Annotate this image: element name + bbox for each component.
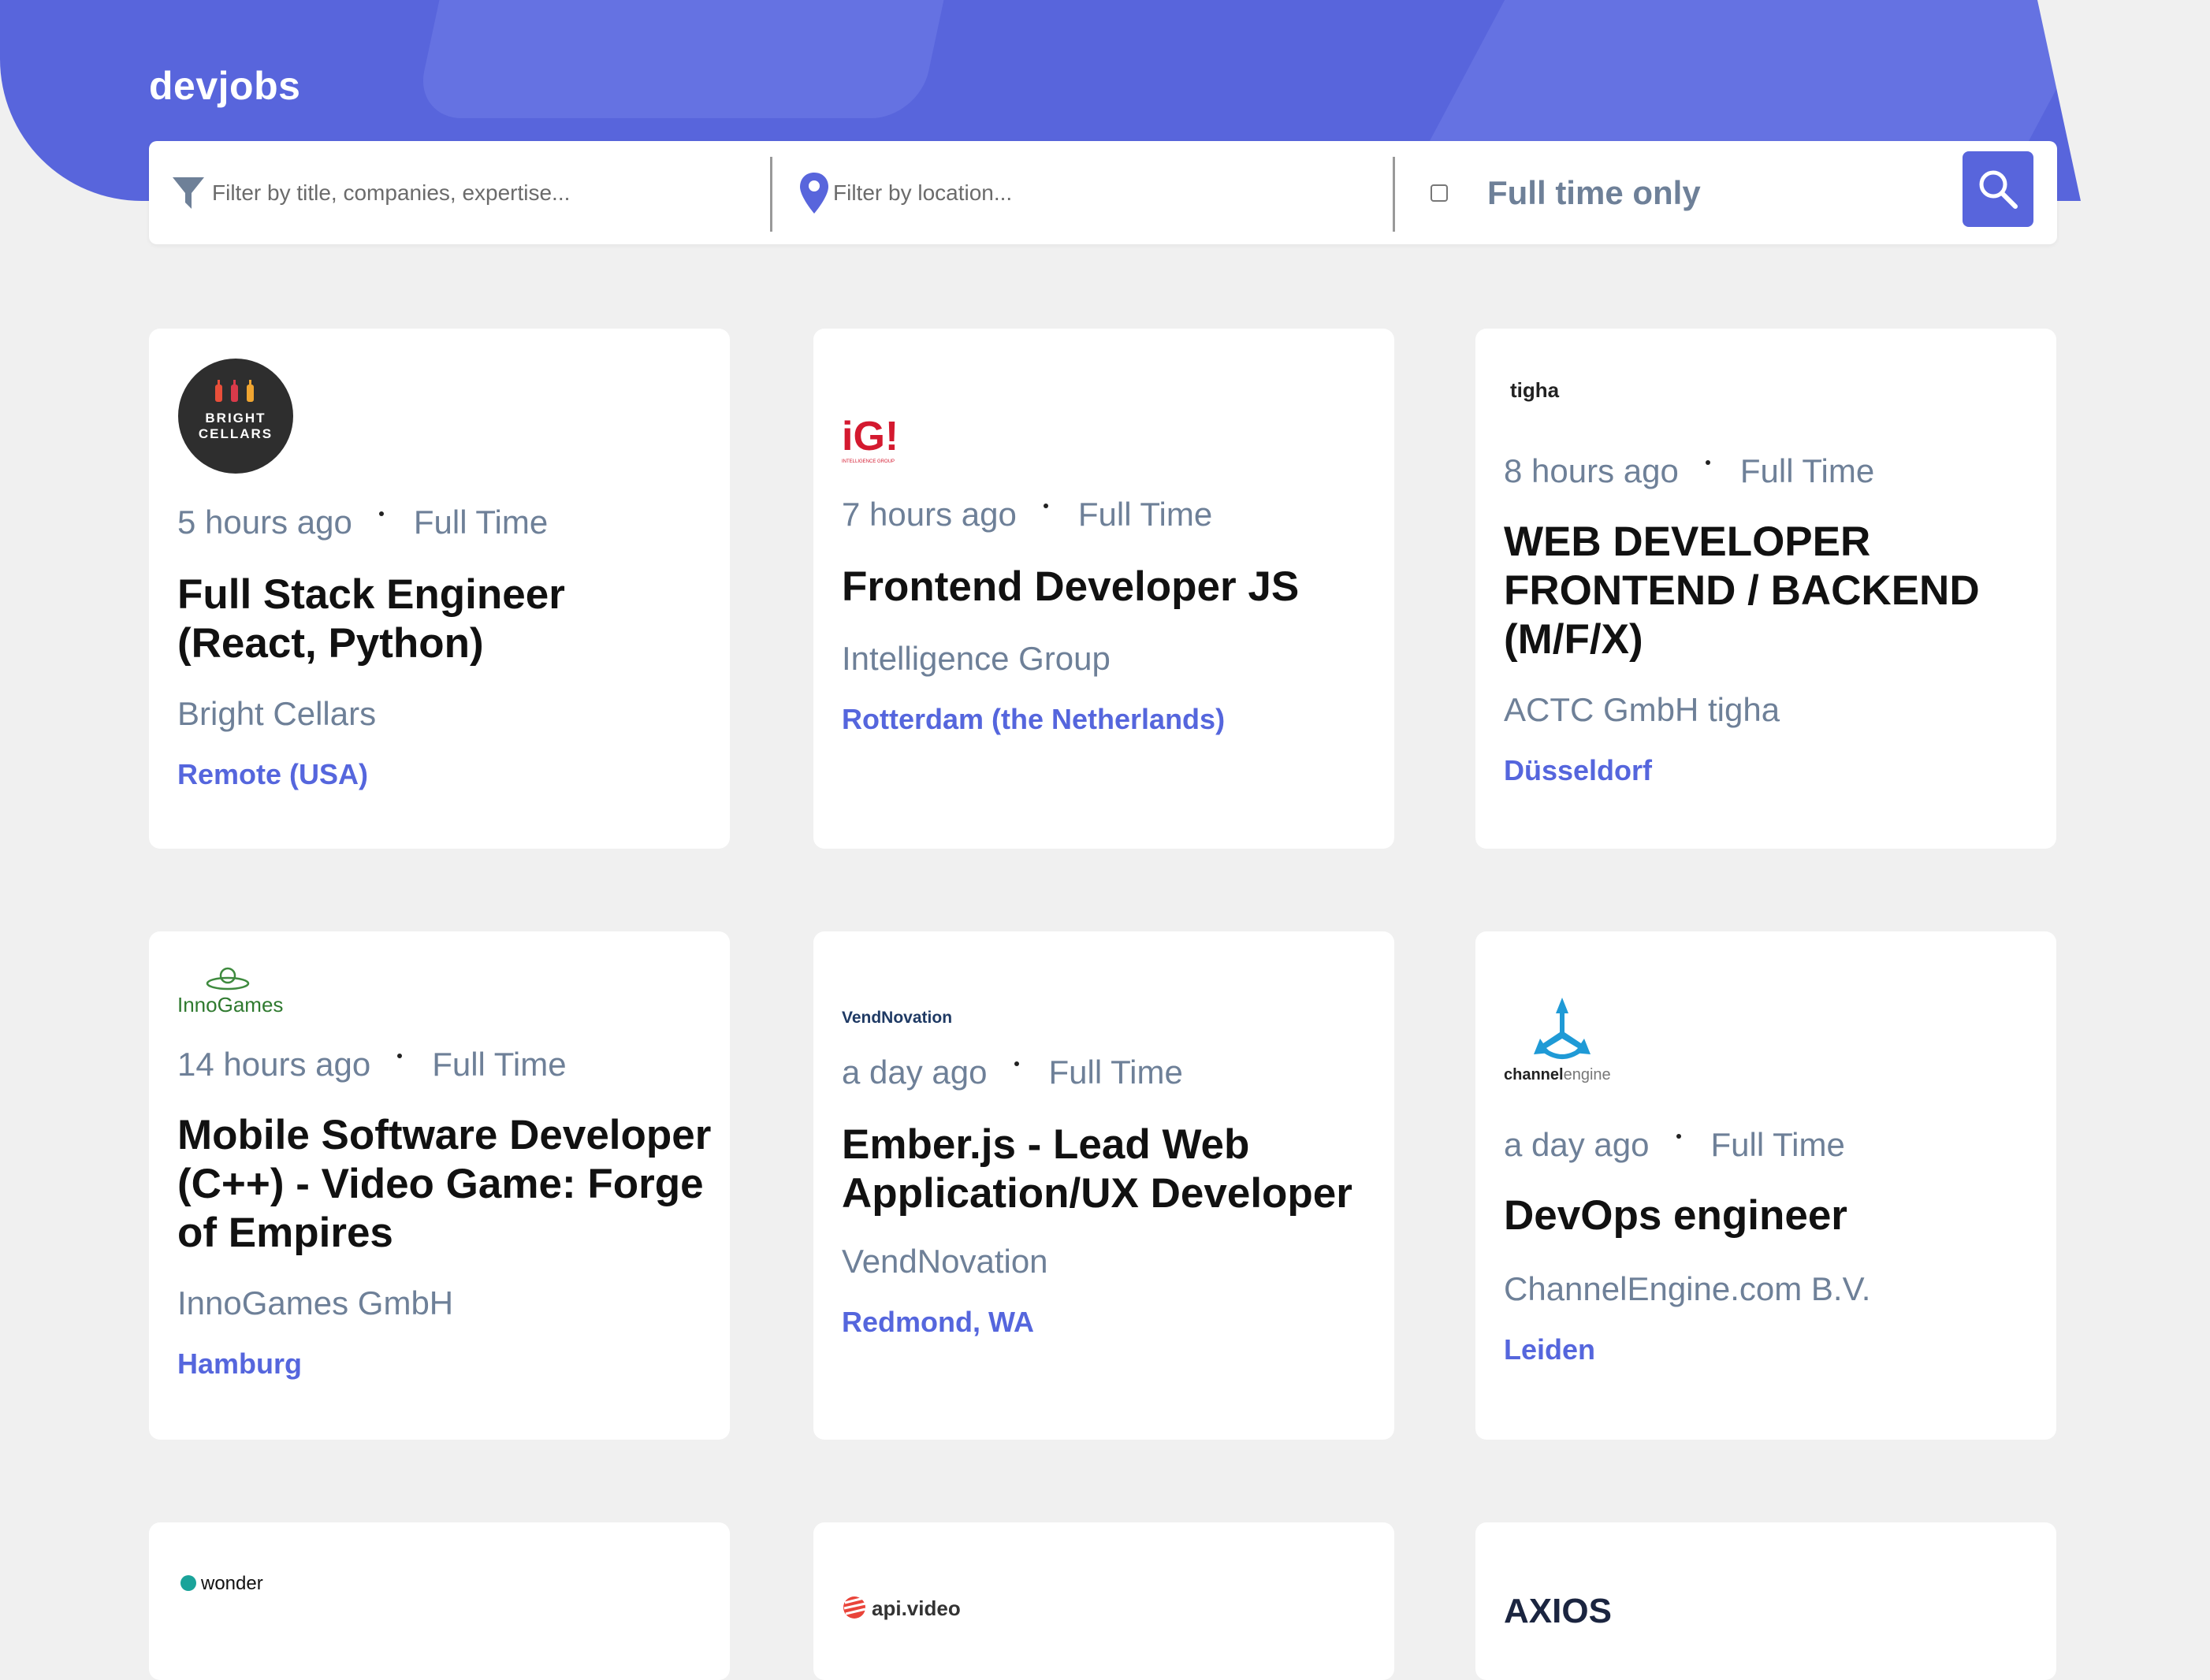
- fulltime-filter: Full time only: [1431, 141, 1935, 244]
- posted-time: 7 hours ago: [842, 496, 1017, 533]
- logo-text: BRIGHT: [205, 411, 266, 426]
- job-card[interactable]: BRIGHT CELLARS 5 hours ago Full Time Full…: [149, 329, 730, 849]
- posted-time: 14 hours ago: [177, 1046, 371, 1083]
- filter-divider: [1393, 157, 1395, 232]
- logo-text: api.video: [872, 1596, 961, 1620]
- company-name: VendNovation: [842, 1243, 1048, 1280]
- logo-text: iG!: [842, 414, 899, 459]
- job-title[interactable]: Ember.js - Lead Web Application/UX Devel…: [842, 1121, 1378, 1218]
- job-title[interactable]: Full Stack Engineer (React, Python): [177, 571, 713, 668]
- logo-text: CELLARS: [199, 426, 273, 441]
- separator-dot: [1043, 503, 1048, 508]
- logo-text: channel: [1504, 1066, 1564, 1083]
- svg-text:channelengine: channelengine: [1504, 1066, 1611, 1083]
- job-meta: a day ago Full Time: [842, 1054, 1183, 1091]
- job-meta: 5 hours ago Full Time: [177, 504, 548, 541]
- fulltime-label[interactable]: Full time only: [1487, 174, 1701, 212]
- filter-bar: Full time only: [149, 141, 2057, 244]
- location-pin-icon: [800, 172, 828, 214]
- company-logo: channelengine: [1504, 998, 1611, 1083]
- company-logo: iG! INTELLIGENCE GROUP: [842, 414, 899, 464]
- company-logo: api.video: [843, 1596, 961, 1620]
- logo-text: InnoGames: [177, 993, 283, 1015]
- posted-time: a day ago: [842, 1054, 988, 1091]
- job-location: Rotterdam (the Netherlands): [842, 703, 1226, 735]
- company-name: ACTC GmbH tigha: [1504, 691, 1780, 728]
- contract-type: Full Time: [1048, 1054, 1183, 1091]
- job-card[interactable]: tigha 8 hours ago Full Time WEB DEVELOPER…: [1475, 329, 2056, 849]
- separator-dot: [1705, 459, 1710, 465]
- location-filter: [798, 141, 1382, 244]
- company-name: Intelligence Group: [842, 640, 1111, 677]
- job-location: Remote (USA): [177, 758, 369, 790]
- job-title[interactable]: Frontend Developer JS: [842, 563, 1378, 611]
- job-meta: 14 hours ago Full Time: [177, 1046, 567, 1083]
- app-logo[interactable]: devjobs: [149, 63, 300, 109]
- company-logo: tigha: [1510, 378, 1560, 402]
- job-location: Düsseldorf: [1504, 754, 1653, 786]
- fulltime-checkbox[interactable]: [1431, 184, 1448, 202]
- logo-text: engine: [1564, 1066, 1611, 1083]
- logo-text: AXIOS: [1504, 1592, 1612, 1629]
- job-card[interactable]: wonder: [149, 1522, 730, 1680]
- logo-text: tigha: [1510, 378, 1560, 402]
- company-logo: BRIGHT CELLARS: [178, 359, 293, 474]
- posted-time: 8 hours ago: [1504, 452, 1679, 489]
- job-meta: 8 hours ago Full Time: [1504, 452, 1874, 490]
- job-location: Redmond, WA: [842, 1306, 1034, 1338]
- contract-type: Full Time: [413, 504, 549, 541]
- logo-text: VendNovation: [842, 1009, 952, 1027]
- search-icon: [1979, 170, 2018, 209]
- contract-type: Full Time: [1077, 496, 1213, 533]
- company-logo: AXIOS: [1504, 1592, 1612, 1629]
- separator-dot: [378, 511, 384, 516]
- job-card[interactable]: VendNovation a day ago Full Time Ember.js…: [813, 931, 1394, 1440]
- contract-type: Full Time: [432, 1046, 567, 1083]
- contract-type: Full Time: [1710, 1126, 1845, 1163]
- company-logo: InnoGames: [177, 967, 283, 1015]
- job-card[interactable]: channelengine a day ago Full Time DevOps …: [1475, 931, 2056, 1440]
- filter-divider: [770, 157, 772, 232]
- job-card[interactable]: AXIOS: [1475, 1522, 2056, 1680]
- job-title[interactable]: WEB DEVELOPER FRONTEND / BACKEND (M/F/X): [1504, 518, 2040, 664]
- posted-time: a day ago: [1504, 1126, 1650, 1163]
- job-title[interactable]: Mobile Software Developer (C++) - Video …: [177, 1111, 713, 1258]
- separator-dot: [1676, 1133, 1681, 1139]
- company-logo: wonder: [180, 1573, 263, 1594]
- job-location: Hamburg: [177, 1347, 303, 1380]
- logo-text: INTELLIGENCE GROUP: [842, 459, 895, 464]
- job-location: Leiden: [1504, 1333, 1596, 1366]
- logo-text: wonder: [200, 1573, 263, 1594]
- company-name: ChannelEngine.com B.V.: [1504, 1270, 1871, 1307]
- job-card[interactable]: api.video: [813, 1522, 1394, 1680]
- search-button[interactable]: [1963, 151, 2033, 227]
- filter-icon: [173, 177, 204, 209]
- job-title[interactable]: DevOps engineer: [1504, 1191, 2040, 1240]
- company-logo: VendNovation: [842, 1009, 952, 1027]
- location-search-input[interactable]: [832, 179, 1371, 206]
- posted-time: 5 hours ago: [177, 504, 352, 541]
- separator-dot: [1014, 1061, 1019, 1066]
- company-name: InnoGames GmbH: [177, 1284, 454, 1321]
- separator-dot: [397, 1053, 403, 1058]
- job-meta: 7 hours ago Full Time: [842, 496, 1212, 533]
- contract-type: Full Time: [1739, 452, 1875, 489]
- job-card[interactable]: InnoGames 14 hours ago Full Time Mobile S…: [149, 931, 730, 1440]
- job-card[interactable]: iG! INTELLIGENCE GROUP 7 hours ago Full T…: [813, 329, 1394, 849]
- title-search-input[interactable]: [210, 179, 750, 206]
- title-filter: [171, 141, 754, 244]
- job-meta: a day ago Full Time: [1504, 1126, 1845, 1164]
- company-name: Bright Cellars: [177, 695, 377, 732]
